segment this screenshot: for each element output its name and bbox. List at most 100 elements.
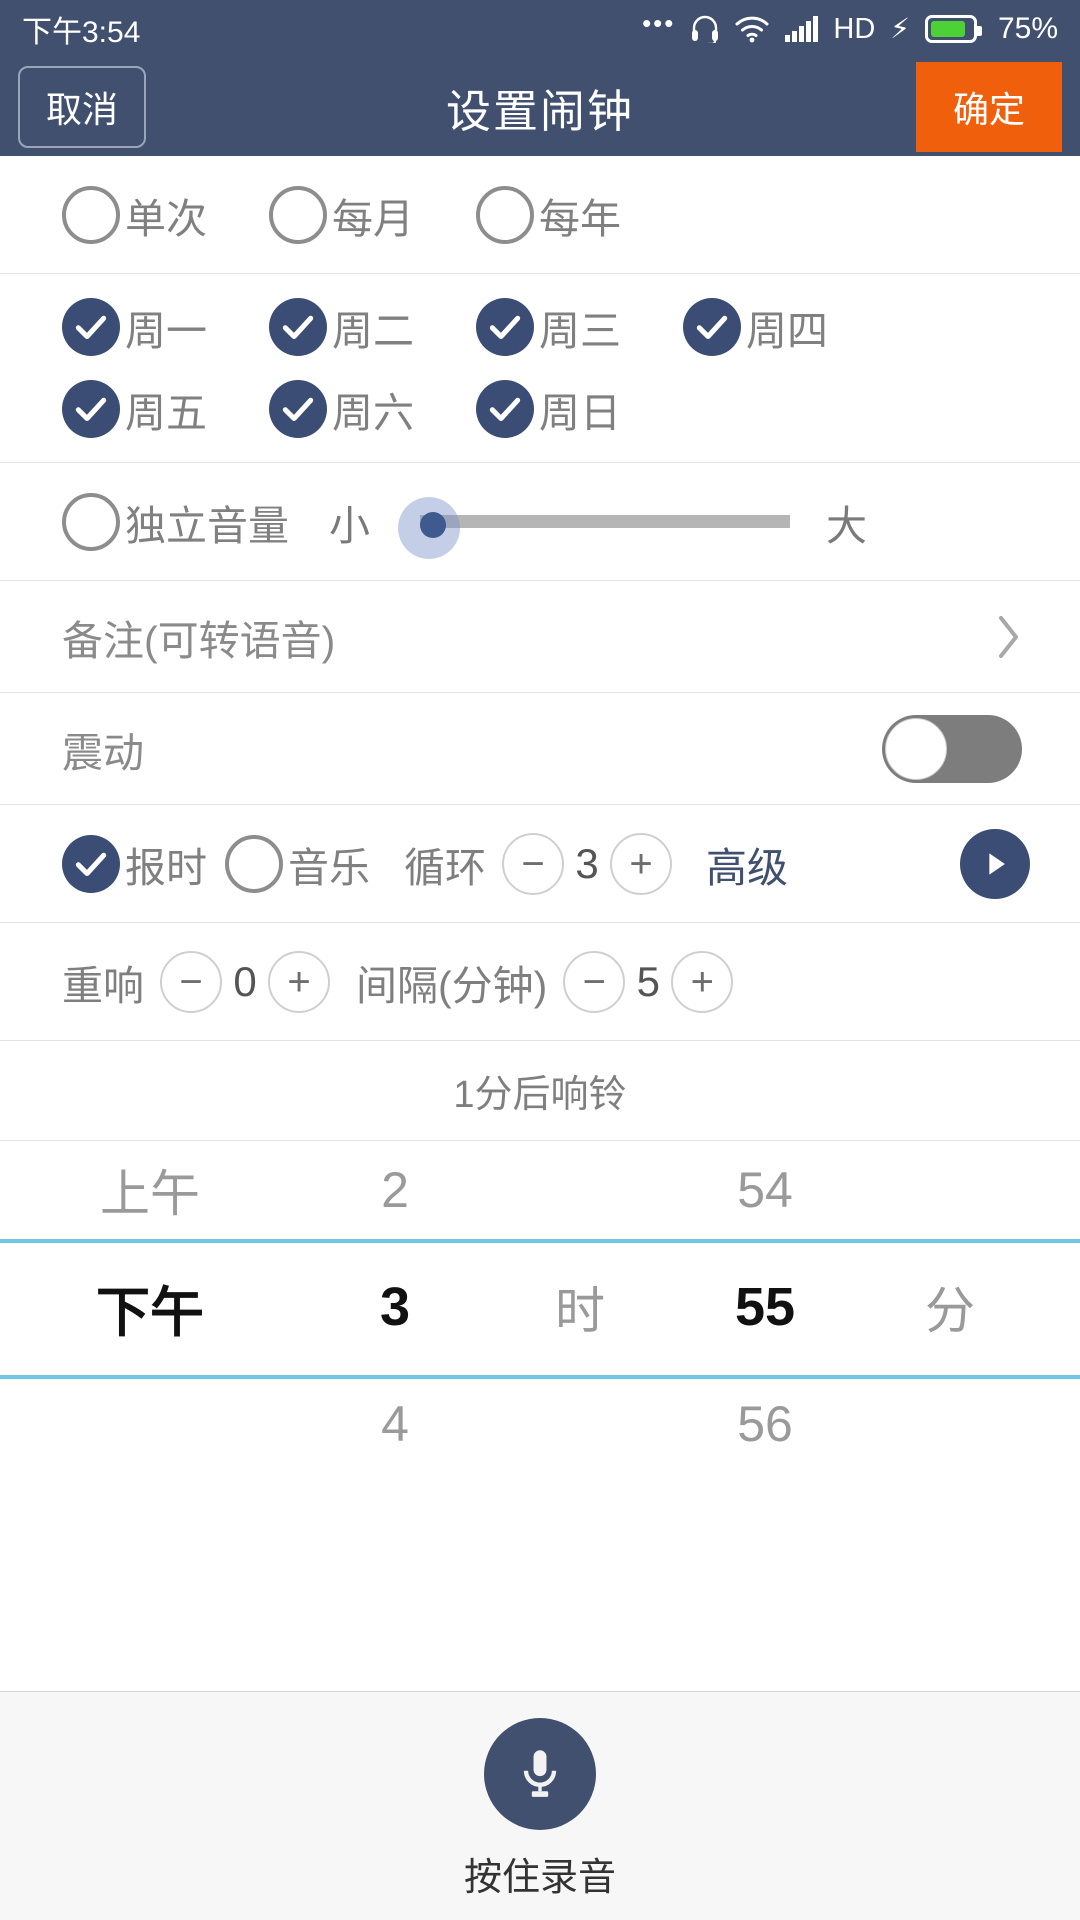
volume-slider-thumb[interactable] — [420, 511, 446, 538]
independent-volume-row: 独立音量 小 大 — [0, 463, 1080, 581]
repeat-type-row: 单次 每月 每年 — [0, 156, 1080, 274]
weekday-monday-label: 周一 — [125, 308, 207, 354]
hour-previous[interactable]: 2 — [300, 1161, 490, 1219]
volume-min-label: 小 — [329, 502, 370, 549]
weekday-saturday-label: 周六 — [332, 390, 414, 436]
confirm-button[interactable]: 确定 — [916, 62, 1062, 152]
ampm-previous[interactable]: 上午 — [0, 1154, 300, 1226]
interval-value: 5 — [636, 957, 660, 1005]
checkbox-checked-icon[interactable] — [62, 380, 120, 438]
repeat-option-monthly[interactable]: 每月 — [269, 185, 476, 245]
radio-unchecked-icon[interactable] — [62, 185, 120, 244]
ring-in-row: 1分后响铃 — [0, 1041, 1080, 1141]
radio-unchecked-icon[interactable] — [476, 185, 534, 244]
checkbox-checked-icon[interactable] — [476, 298, 534, 356]
cancel-button[interactable]: 取消 — [18, 66, 146, 148]
checkbox-checked-icon[interactable] — [476, 380, 534, 438]
radio-unchecked-icon[interactable] — [225, 834, 283, 893]
hour-selected[interactable]: 3 — [300, 1276, 490, 1338]
microphone-icon[interactable] — [484, 1717, 596, 1830]
volume-slider-track[interactable] — [420, 515, 790, 528]
minute-selected[interactable]: 55 — [670, 1276, 860, 1338]
repeat-ring-value: 0 — [233, 957, 257, 1005]
cycle-increment-button[interactable]: + — [610, 832, 672, 895]
time-picker-highlight-bottom — [0, 1375, 1080, 1379]
weekday-wednesday[interactable]: 周三 — [476, 297, 683, 357]
weekday-tuesday-label: 周二 — [332, 308, 414, 354]
repeat-ring-decrement-button[interactable]: − — [160, 950, 222, 1013]
battery-percent-label: 75% — [997, 12, 1058, 45]
minute-unit-label: 分 — [925, 1283, 975, 1339]
weekday-monday[interactable]: 周一 — [62, 297, 269, 357]
weekday-sunday-label: 周日 — [539, 390, 621, 436]
ring-in-text: 1分后响铃 — [453, 1074, 627, 1116]
weekday-row-1: 周一 周二 周三 周四 — [62, 286, 1080, 368]
sound-type-row: 报时 音乐 循环 − 3 + 高级 — [0, 805, 1080, 923]
repeat-ring-row: 重响 − 0 + 间隔(分钟) − 5 + — [0, 923, 1080, 1041]
checkbox-checked-icon[interactable] — [269, 380, 327, 438]
weekday-selector: 周一 周二 周三 周四 周五 周六 周日 — [0, 274, 1080, 463]
time-picker-row-next[interactable]: 4 56 — [0, 1375, 1080, 1473]
repeat-option-yearly[interactable]: 每年 — [476, 185, 683, 245]
minute-next[interactable]: 56 — [670, 1395, 860, 1453]
repeat-option-yearly-label: 每年 — [539, 195, 621, 242]
radio-unchecked-icon[interactable] — [62, 492, 120, 551]
hour-next[interactable]: 4 — [300, 1395, 490, 1453]
weekday-friday[interactable]: 周五 — [62, 379, 269, 439]
chevron-right-icon[interactable] — [996, 614, 1022, 660]
checkbox-checked-icon[interactable] — [62, 834, 120, 893]
ampm-selected[interactable]: 下午 — [0, 1268, 300, 1347]
charging-bolt-icon: ⚡ — [890, 13, 910, 44]
weekday-thursday-label: 周四 — [746, 308, 828, 354]
play-icon[interactable] — [960, 828, 1030, 899]
sound-option-chime[interactable]: 报时 — [62, 834, 207, 894]
weekday-friday-label: 周五 — [125, 390, 207, 436]
time-picker-row-selected[interactable]: 下午 3 时 55 分 — [0, 1239, 1080, 1375]
weekday-saturday[interactable]: 周六 — [269, 379, 476, 439]
interval-stepper: − 5 + — [563, 950, 734, 1013]
hour-unit-label: 时 — [555, 1283, 605, 1339]
cycle-stepper: − 3 + — [502, 832, 672, 895]
checkbox-checked-icon[interactable] — [62, 298, 120, 356]
battery-icon — [924, 15, 982, 43]
status-bar-time: 下午3:54 — [22, 16, 141, 49]
checkbox-checked-icon[interactable] — [269, 298, 327, 356]
volume-max-label: 大 — [826, 502, 867, 549]
checkbox-checked-icon[interactable] — [683, 298, 741, 356]
interval-increment-button[interactable]: + — [671, 950, 734, 1013]
weekday-sunday[interactable]: 周日 — [476, 379, 683, 439]
time-picker[interactable]: 上午 2 54 下午 3 时 55 分 4 56 — [0, 1141, 1080, 1541]
note-label: 备注(可转语音) — [62, 617, 336, 664]
cycle-value: 3 — [575, 839, 599, 887]
advanced-button[interactable]: 高级 — [706, 834, 788, 894]
sound-option-chime-label: 报时 — [125, 844, 207, 891]
vibrate-label: 震动 — [62, 729, 144, 776]
repeat-ring-increment-button[interactable]: + — [268, 950, 330, 1013]
wifi-icon — [735, 15, 769, 43]
weekday-tuesday[interactable]: 周二 — [269, 297, 476, 357]
minute-previous[interactable]: 54 — [670, 1161, 860, 1219]
note-row[interactable]: 备注(可转语音) — [0, 581, 1080, 693]
repeat-option-monthly-label: 每月 — [332, 195, 414, 242]
weekday-wednesday-label: 周三 — [539, 308, 621, 354]
independent-volume-toggle[interactable]: 独立音量 — [62, 492, 289, 552]
vibrate-toggle[interactable] — [882, 714, 1022, 783]
repeat-option-once[interactable]: 单次 — [62, 185, 269, 245]
repeat-ring-stepper: − 0 + — [160, 950, 330, 1013]
sound-option-music[interactable]: 音乐 — [225, 834, 370, 894]
volume-slider[interactable] — [398, 493, 790, 559]
radio-unchecked-icon[interactable] — [269, 185, 327, 244]
time-picker-row-previous[interactable]: 上午 2 54 — [0, 1141, 1080, 1239]
sound-option-music-label: 音乐 — [288, 844, 370, 891]
interval-decrement-button[interactable]: − — [563, 950, 626, 1013]
cycle-label: 循环 — [404, 844, 486, 891]
signal-icon — [784, 15, 819, 43]
interval-label: 间隔(分钟) — [356, 962, 548, 1009]
repeat-option-once-label: 单次 — [125, 195, 207, 242]
independent-volume-label: 独立音量 — [125, 502, 289, 549]
cycle-decrement-button[interactable]: − — [502, 832, 564, 895]
headset-icon — [690, 15, 720, 43]
weekday-thursday[interactable]: 周四 — [683, 297, 890, 357]
status-bar: 下午3:54 ••• HD ⚡ 75% — [0, 0, 1080, 58]
alarm-settings-screen: 下午3:54 ••• HD ⚡ 75% 取消 设置闹钟 确定 单次 每月 每年 … — [0, 0, 1080, 1920]
